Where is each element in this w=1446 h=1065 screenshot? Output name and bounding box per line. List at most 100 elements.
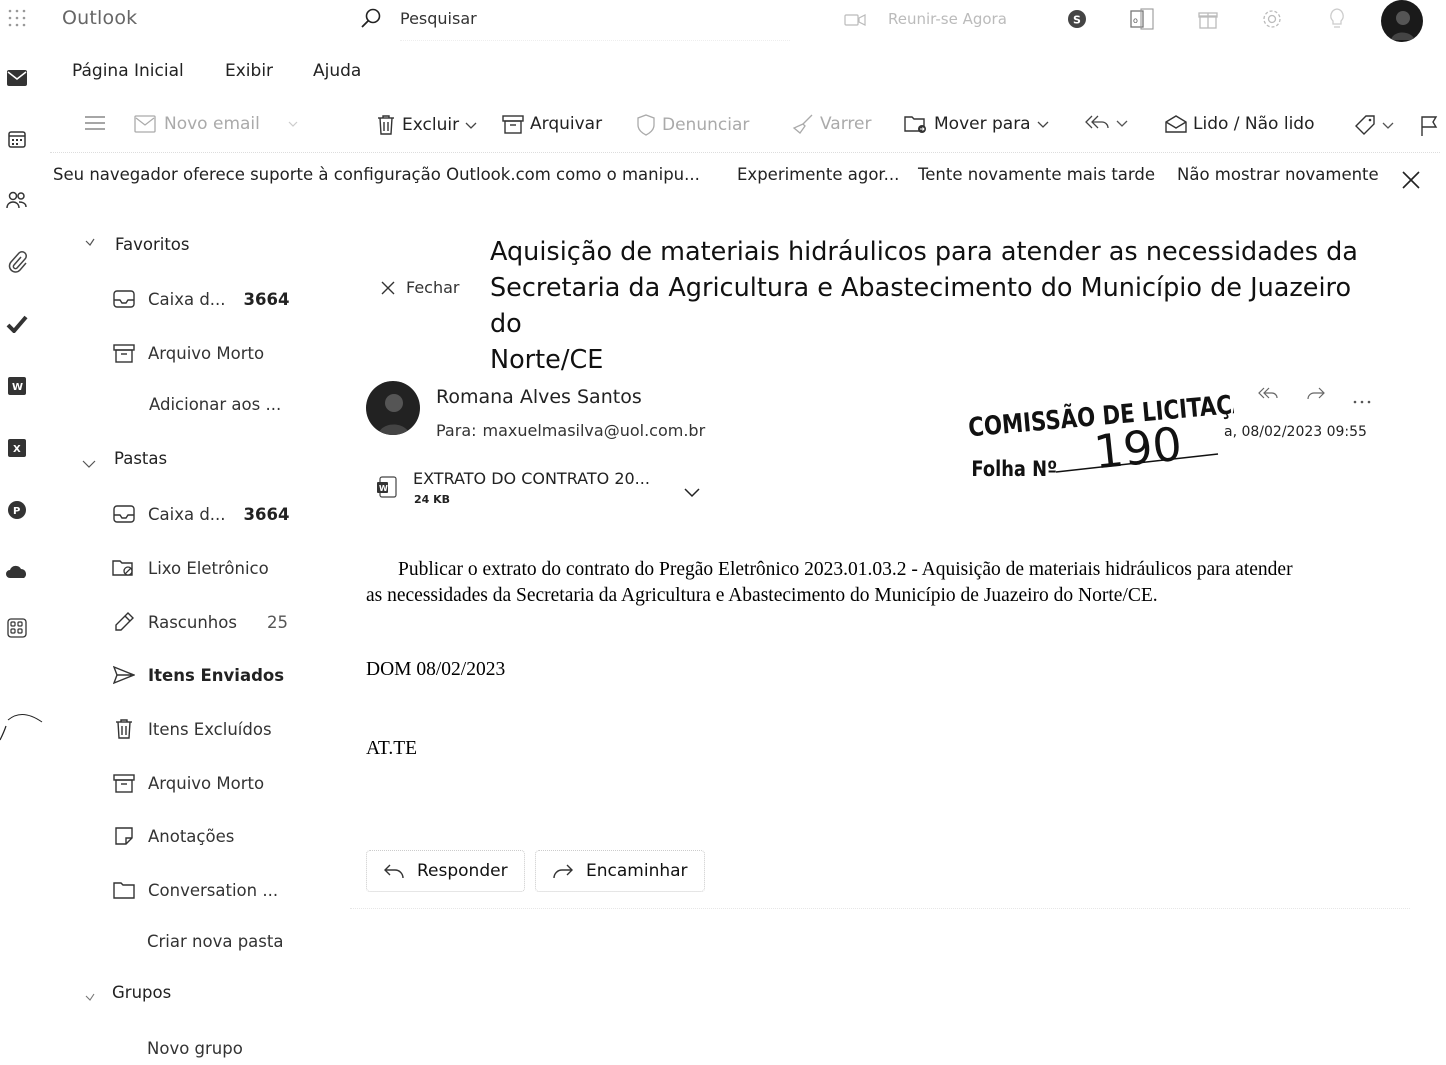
chevron-down-icon [465, 121, 477, 129]
excel-icon[interactable]: X [5, 436, 29, 460]
word-icon[interactable]: W [5, 374, 29, 398]
people-icon[interactable] [5, 188, 29, 212]
chevron-down-icon [1037, 120, 1049, 128]
reply-button[interactable]: Responder [366, 850, 525, 892]
note-icon [112, 824, 136, 848]
message-body: Publicar o extrato do contrato do Pregão… [366, 557, 1406, 609]
chevron-icon[interactable] [84, 987, 96, 1006]
onedrive-icon[interactable] [5, 560, 29, 584]
trash-icon [112, 717, 136, 741]
send-icon [112, 663, 136, 687]
new-group-link[interactable]: Novo grupo [147, 1039, 243, 1058]
reply-all-icon [1084, 114, 1110, 132]
mail-icon[interactable] [5, 66, 29, 90]
reply-icon [383, 863, 405, 879]
create-folder-link[interactable]: Criar nova pasta [147, 932, 283, 951]
svg-text:P: P [13, 506, 20, 517]
sender-name[interactable]: Romana Alves Santos [436, 386, 642, 408]
read-unread-button[interactable]: Lido / Não lido [1165, 114, 1315, 134]
favorite-archive[interactable]: Arquivo Morto [112, 341, 264, 365]
sender-avatar[interactable] [366, 381, 420, 435]
waffle-icon[interactable] [5, 6, 29, 30]
search-input[interactable]: Pesquisar [400, 9, 477, 28]
body-line: Publicar o extrato do contrato do Pregão… [398, 559, 1293, 580]
avatar[interactable] [1381, 0, 1423, 42]
add-favorite-link[interactable]: Adicionar aos ... [149, 395, 281, 414]
folder-junk[interactable]: Lixo Eletrônico [112, 556, 269, 580]
chevron-icon[interactable] [84, 232, 96, 251]
apps-icon[interactable] [5, 616, 29, 640]
folder-inbox[interactable]: Caixa d... 3664 [112, 502, 289, 526]
licitacao-stamp: COMISSÃO DE LICITAÇÃO Folha Nº 190 [967, 368, 1268, 486]
close-icon [380, 280, 396, 296]
envelope-open-icon [1165, 114, 1187, 134]
groups-header[interactable]: Grupos [112, 983, 171, 1002]
folder-label: Adicionar aos ... [149, 395, 282, 414]
chevron-down-icon[interactable] [82, 454, 96, 473]
hamburger-icon[interactable] [84, 114, 106, 136]
sweep-button[interactable]: Varrer [792, 114, 871, 134]
meet-now-button[interactable]: Reunir-se Agora [888, 10, 1007, 28]
calendar-icon[interactable] [5, 127, 29, 151]
folder-conversation[interactable]: Conversation ... [112, 878, 278, 902]
close-banner-icon[interactable] [1401, 170, 1421, 194]
banner-message: Seu navegador oferece suporte à configur… [53, 165, 700, 184]
forward-button[interactable]: Encaminhar [535, 850, 705, 892]
move-to-button[interactable]: Mover para [904, 114, 1049, 134]
folders-header[interactable]: Pastas [114, 449, 167, 468]
folder-deleted[interactable]: Itens Excluídos [112, 717, 272, 741]
folder-archive[interactable]: Arquivo Morto [112, 771, 264, 795]
close-message-button[interactable]: Fechar [380, 278, 460, 297]
folder-label: Lixo Eletrônico [148, 558, 269, 578]
skype-icon[interactable]: S [1066, 8, 1088, 34]
stamp-number: 190 [1091, 417, 1184, 480]
tab-view[interactable]: Exibir [225, 61, 273, 81]
gift-icon[interactable] [1197, 8, 1219, 34]
paperclip-icon[interactable] [5, 250, 29, 274]
forward-icon[interactable] [1305, 386, 1327, 406]
to-label: Para: [436, 421, 477, 440]
folder-notes[interactable]: Anotações [112, 824, 234, 848]
recipient-line: Para: maxuelmasilva@uol.com.br [436, 421, 705, 440]
settings-icon[interactable] [1261, 8, 1283, 34]
new-email-button[interactable]: Novo email [134, 114, 298, 134]
tab-home[interactable]: Página Inicial [72, 61, 184, 81]
lightbulb-icon[interactable] [1327, 7, 1347, 35]
folder-drafts[interactable]: Rascunhos 25 [112, 610, 288, 634]
sweep-label: Varrer [820, 114, 872, 134]
archive-icon [112, 341, 136, 365]
search-icon[interactable] [360, 7, 382, 33]
folder-sent[interactable]: Itens Enviados [112, 663, 284, 687]
move-to-label: Mover para [934, 114, 1031, 134]
app-title: Outlook [62, 7, 138, 29]
folder-label: Arquivo Morto [148, 773, 265, 793]
chevron-down-icon[interactable] [684, 483, 700, 502]
todo-icon[interactable] [5, 312, 29, 336]
folder-label: Itens Enviados [148, 665, 285, 685]
tab-help[interactable]: Ajuda [313, 61, 361, 81]
office-icon[interactable]: o [1130, 8, 1154, 34]
svg-text:W: W [379, 484, 388, 493]
svg-text:o: o [1133, 16, 1138, 25]
favorite-inbox[interactable]: Caixa d... 3664 [112, 287, 289, 311]
subject-line: Secretaria da Agricultura e Abasteciment… [490, 273, 1352, 339]
report-button[interactable]: Denunciar [636, 114, 749, 136]
tag-button[interactable] [1354, 114, 1394, 136]
powerpoint-icon[interactable]: P [5, 498, 29, 522]
meet-icon[interactable] [844, 12, 866, 31]
chevron-down-icon [1116, 119, 1128, 127]
more-options-icon[interactable] [1352, 390, 1372, 409]
retry-later-link[interactable]: Tente novamente mais tarde [918, 165, 1155, 184]
flag-icon[interactable] [1420, 115, 1438, 141]
reply-all-button[interactable] [1084, 114, 1128, 132]
delete-button[interactable]: Excluir [376, 114, 477, 136]
dont-show-link[interactable]: Não mostrar novamente [1177, 165, 1379, 184]
favorites-header[interactable]: Favoritos [115, 235, 189, 254]
try-now-link[interactable]: Experimente agor... [737, 165, 899, 184]
forward-icon [552, 863, 574, 879]
reply-all-icon[interactable] [1257, 386, 1279, 406]
body-signoff: AT.TE [366, 738, 418, 759]
recipient-address[interactable]: maxuelmasilva@uol.com.br [483, 421, 706, 440]
archive-button[interactable]: Arquivar [502, 114, 602, 134]
attachment-name[interactable]: EXTRATO DO CONTRATO 20... [413, 469, 650, 488]
